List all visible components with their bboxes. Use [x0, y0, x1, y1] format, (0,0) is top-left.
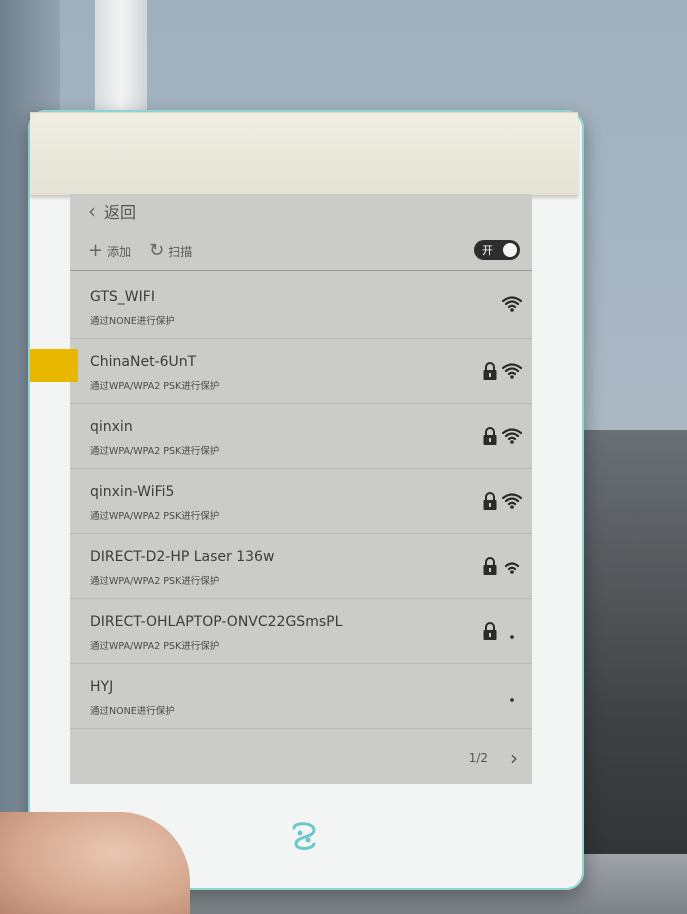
network-security: 通过WPA/WPA2 PSK进行保护	[90, 381, 220, 392]
yellow-tape-marker	[30, 349, 78, 382]
lock-icon	[483, 622, 497, 640]
scan-label: 扫描	[168, 244, 193, 259]
scan-button[interactable]: ↻ 扫描	[149, 242, 192, 260]
network-ssid: DIRECT-D2-HP Laser 136w	[90, 549, 275, 565]
lock-icon	[483, 362, 497, 380]
back-label: 返回	[104, 203, 137, 222]
toggle-label: 开	[482, 244, 493, 257]
wifi-signal-icon	[502, 428, 522, 444]
network-ssid: qinxin-WiFi5	[90, 484, 175, 500]
wifi-toolbar: + 添加 ↻ 扫描 开	[88, 238, 526, 264]
lock-icon	[483, 557, 497, 575]
brand-logo-icon	[292, 822, 316, 850]
network-ssid: GTS_WIFI	[90, 289, 155, 305]
toggle-knob	[503, 243, 517, 257]
next-page-button[interactable]: ›	[510, 746, 518, 770]
network-status-icons	[482, 361, 522, 381]
wifi-signal-icon	[510, 635, 514, 639]
network-ssid: DIRECT-OHLAPTOP-ONVC22GSmsPL	[90, 614, 343, 630]
network-status-icons	[482, 491, 522, 511]
toolbar-divider	[70, 270, 532, 271]
wifi-network-row[interactable]: ChinaNet-6UnT 通过WPA/WPA2 PSK进行保护	[70, 339, 532, 404]
lock-icon	[483, 492, 497, 510]
chevron-left-icon: ‹	[88, 199, 96, 223]
wifi-network-row[interactable]: HYJ 通过NONE进行保护	[70, 664, 532, 729]
plus-icon: +	[88, 240, 104, 261]
network-ssid: qinxin	[90, 419, 133, 435]
add-label: 添加	[107, 244, 132, 259]
wifi-network-row[interactable]: DIRECT-D2-HP Laser 136w 通过WPA/WPA2 PSK进行保…	[70, 534, 532, 599]
network-status-icons	[502, 686, 522, 702]
back-button[interactable]: ‹ 返回	[88, 199, 136, 223]
network-ssid: ChinaNet-6UnT	[90, 354, 197, 370]
network-status-icons	[482, 621, 522, 641]
network-status-icons	[482, 426, 522, 446]
wifi-signal-icon	[502, 363, 522, 379]
network-ssid: HYJ	[90, 679, 114, 695]
wifi-toggle[interactable]: 开	[474, 240, 520, 260]
wifi-signal-icon	[510, 698, 514, 702]
add-network-button[interactable]: + 添加	[88, 242, 131, 260]
wifi-network-row[interactable]: DIRECT-OHLAPTOP-ONVC22GSmsPL 通过WPA/WPA2 P…	[70, 599, 532, 664]
network-security: 通过WPA/WPA2 PSK进行保护	[90, 576, 220, 587]
page-indicator: 1/2	[468, 751, 488, 765]
wifi-signal-icon	[502, 296, 522, 312]
wifi-network-row[interactable]: GTS_WIFI 通过NONE进行保护	[70, 274, 532, 339]
wifi-signal-icon	[504, 562, 520, 574]
network-status-icons	[502, 296, 522, 312]
wifi-network-row[interactable]: qinxin-WiFi5 通过WPA/WPA2 PSK进行保护	[70, 469, 532, 534]
network-status-icons	[482, 556, 522, 576]
refresh-icon: ↻	[149, 240, 165, 261]
network-security: 通过NONE进行保护	[90, 706, 175, 717]
masking-tape	[30, 112, 578, 196]
hand-thumb	[0, 812, 190, 914]
pagination: 1/2 ›	[469, 746, 518, 770]
network-security: 通过WPA/WPA2 PSK进行保护	[90, 446, 220, 457]
network-security: 通过NONE进行保护	[90, 316, 175, 327]
network-security: 通过WPA/WPA2 PSK进行保护	[90, 641, 220, 652]
wifi-network-row[interactable]: qinxin 通过WPA/WPA2 PSK进行保护	[70, 404, 532, 469]
wifi-settings-screen: ‹ 返回 + 添加 ↻ 扫描 开 GTS_WIFI 通过NONE进行保护 China…	[70, 194, 532, 784]
wifi-network-list: GTS_WIFI 通过NONE进行保护 ChinaNet-6UnT 通过WPA/WPA…	[70, 274, 532, 729]
wifi-signal-icon	[502, 493, 522, 509]
network-security: 通过WPA/WPA2 PSK进行保护	[90, 511, 220, 522]
lock-icon	[483, 427, 497, 445]
